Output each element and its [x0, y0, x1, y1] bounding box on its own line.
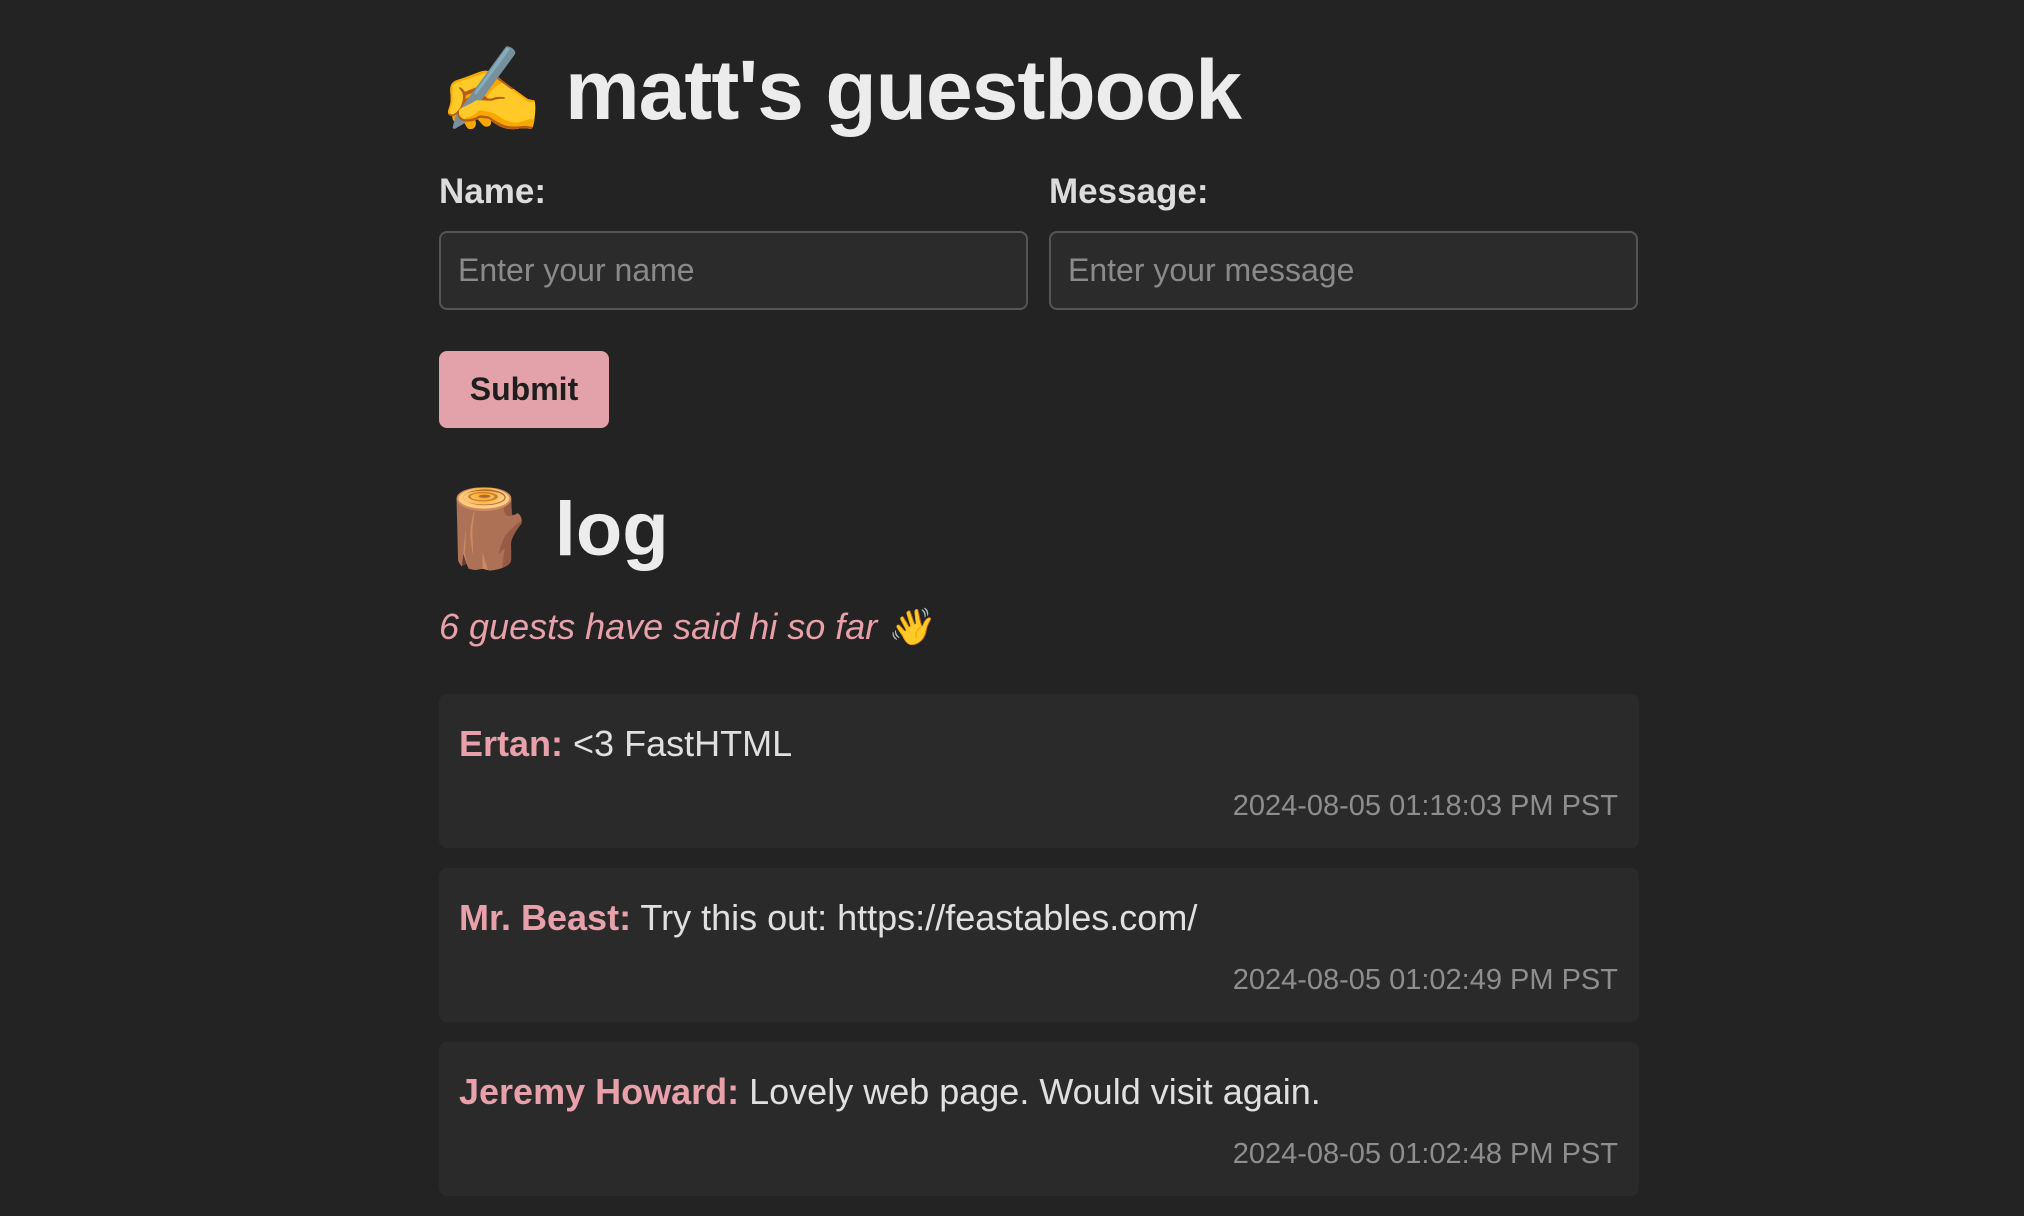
guestbook-entry: Ertan: <3 FastHTML 2024-08-05 01:18:03 P… [439, 694, 1639, 848]
entry-timestamp: 2024-08-05 01:02:48 PM PST [1232, 1138, 1618, 1170]
entry-message: Lovely web page. Would visit again. [749, 1071, 1321, 1112]
entry-line: Ertan: <3 FastHTML [459, 720, 792, 768]
page-title-text: matt's guestbook [564, 43, 1242, 137]
entry-timestamp: 2024-08-05 01:02:49 PM PST [1232, 964, 1618, 996]
entry-line: Jeremy Howard: Lovely web page. Would vi… [459, 1068, 1321, 1116]
page-title: ✍️ matt's guestbook [439, 41, 1242, 139]
guest-count-text: 6 guests have said hi so far [439, 606, 878, 647]
guestbook-entry: Mr. Beast: Try this out: https://feastab… [439, 868, 1639, 1022]
guestbook-entry: Jeremy Howard: Lovely web page. Would vi… [439, 1042, 1639, 1196]
entry-message: Try this out: https://feastables.com/ [640, 897, 1198, 938]
name-input[interactable] [439, 231, 1028, 310]
log-heading-text: log [554, 487, 669, 572]
entry-author: Jeremy Howard: [459, 1071, 740, 1112]
message-input[interactable] [1049, 231, 1638, 310]
waving-hand-icon: 👋 [887, 607, 933, 648]
name-field-group: Name: [439, 168, 1028, 310]
name-label: Name: [439, 172, 546, 211]
entry-timestamp: 2024-08-05 01:18:03 PM PST [1232, 790, 1618, 822]
message-field-group: Message: [1049, 168, 1638, 310]
writing-hand-icon: ✍️ [439, 41, 544, 139]
submit-button[interactable]: Submit [439, 351, 609, 428]
guestbook-entries: Ertan: <3 FastHTML 2024-08-05 01:18:03 P… [439, 694, 1639, 1216]
guest-count: 6 guests have said hi so far 👋 [439, 603, 932, 652]
log-wood-icon: 🪵 [439, 484, 534, 573]
message-label: Message: [1049, 172, 1209, 211]
entry-author: Mr. Beast: [459, 897, 632, 938]
log-heading: 🪵 log [439, 484, 669, 575]
entry-line: Mr. Beast: Try this out: https://feastab… [459, 894, 1197, 942]
entry-author: Ertan: [459, 723, 564, 764]
entry-message: <3 FastHTML [573, 723, 793, 764]
